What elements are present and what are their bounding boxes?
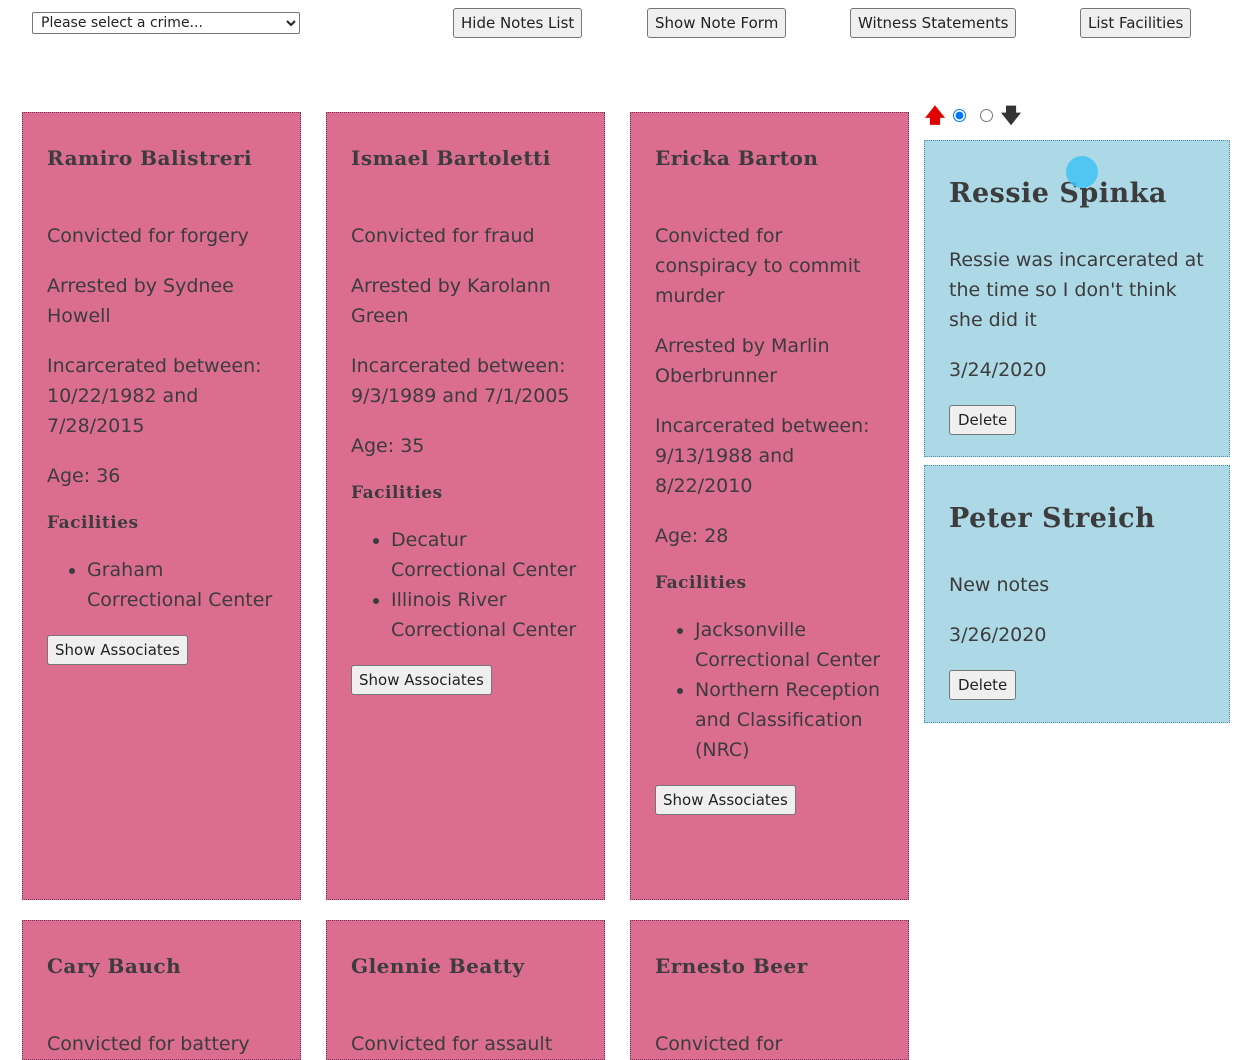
inmate-card: Ernesto Beer Convicted for: [630, 920, 909, 1060]
inmate-name: Ramiro Balistreri: [47, 146, 253, 170]
witness-statements-button[interactable]: Witness Statements: [850, 8, 1017, 38]
crime-select[interactable]: Please select a crime...: [32, 12, 300, 34]
sort-ascending-radio[interactable]: [953, 108, 966, 122]
note-card: Ressie Spinka Ressie was incarcerated at…: [924, 140, 1230, 457]
inmate-age: Age: 35: [351, 435, 425, 457]
inmate-conviction: Convicted for: [655, 1033, 783, 1055]
delete-note-button[interactable]: Delete: [949, 405, 1017, 435]
facilities-list: Graham Correctional Center: [47, 555, 276, 615]
inmate-card: Ericka Barton Convicted for conspiracy t…: [630, 112, 909, 900]
inmate-age: Age: 28: [655, 525, 729, 547]
toolbar: Please select a crime... Hide Notes List…: [0, 0, 1234, 60]
facilities-heading: Facilities: [655, 573, 747, 593]
inmate-conviction: Convicted for forgery: [47, 225, 249, 247]
facilities-heading: Facilities: [351, 483, 443, 503]
facilities-list: Decatur Correctional Center Illinois Riv…: [351, 525, 580, 645]
inmate-conviction: Convicted for conspiracy to commit murde…: [655, 225, 861, 307]
sort-down-arrow-icon[interactable]: 🡇: [1000, 105, 1022, 125]
inmate-name: Ernesto Beer: [655, 954, 808, 978]
facility-item: Jacksonville Correctional Center: [695, 615, 884, 675]
inmate-card: Glennie Beatty Convicted for assault: [326, 920, 605, 1060]
show-note-form-button[interactable]: Show Note Form: [647, 8, 787, 38]
show-associates-button[interactable]: Show Associates: [655, 785, 796, 815]
facility-item: Decatur Correctional Center: [391, 525, 580, 585]
facility-item: Northern Reception and Classification (N…: [695, 675, 884, 765]
show-associates-button[interactable]: Show Associates: [47, 635, 188, 665]
facilities-heading: Facilities: [47, 513, 139, 533]
inmate-arrested-by: Arrested by Sydnee Howell: [47, 275, 234, 327]
note-name: Ressie Spinka: [949, 178, 1167, 209]
inmate-age: Age: 36: [47, 465, 121, 487]
delete-note-button[interactable]: Delete: [949, 670, 1017, 700]
facilities-list: Jacksonville Correctional Center Norther…: [655, 615, 884, 765]
inmate-conviction: Convicted for assault: [351, 1033, 553, 1055]
sort-descending-radio[interactable]: [980, 108, 993, 122]
inmate-incarceration: Incarcerated between: 9/3/1989 and 7/1/2…: [351, 355, 570, 407]
inmate-card: Cary Bauch Convicted for battery: [22, 920, 301, 1060]
inmate-name: Glennie Beatty: [351, 954, 525, 978]
inmate-name: Ericka Barton: [655, 146, 819, 170]
inmate-arrested-by: Arrested by Karolann Green: [351, 275, 551, 327]
inmate-card: Ramiro Balistreri Convicted for forgery …: [22, 112, 301, 900]
facility-item: Graham Correctional Center: [87, 555, 276, 615]
sort-controls: 🡅 🡇: [924, 104, 1022, 126]
inmate-conviction: Convicted for battery: [47, 1033, 250, 1055]
inmate-incarceration: Incarcerated between: 10/22/1982 and 7/2…: [47, 355, 262, 437]
note-date: 3/26/2020: [949, 624, 1047, 646]
facility-item: Illinois River Correctional Center: [391, 585, 580, 645]
show-associates-button[interactable]: Show Associates: [351, 665, 492, 695]
inmate-name: Ismael Bartoletti: [351, 146, 551, 170]
inmate-conviction: Convicted for fraud: [351, 225, 535, 247]
sort-up-arrow-icon[interactable]: 🡅: [924, 105, 946, 125]
note-card: Peter Streich New notes 3/26/2020 Delete: [924, 465, 1230, 723]
note-text: Ressie was incarcerated at the time so I…: [949, 249, 1204, 331]
note-text: New notes: [949, 574, 1050, 596]
inmate-incarceration: Incarcerated between: 9/13/1988 and 8/22…: [655, 415, 870, 497]
note-date: 3/24/2020: [949, 359, 1047, 381]
list-facilities-button[interactable]: List Facilities: [1080, 8, 1192, 38]
note-name: Peter Streich: [949, 503, 1156, 534]
inmate-name: Cary Bauch: [47, 954, 182, 978]
hide-notes-list-button[interactable]: Hide Notes List: [453, 8, 583, 38]
inmate-card: Ismael Bartoletti Convicted for fraud Ar…: [326, 112, 605, 900]
inmate-arrested-by: Arrested by Marlin Oberbrunner: [655, 335, 830, 387]
